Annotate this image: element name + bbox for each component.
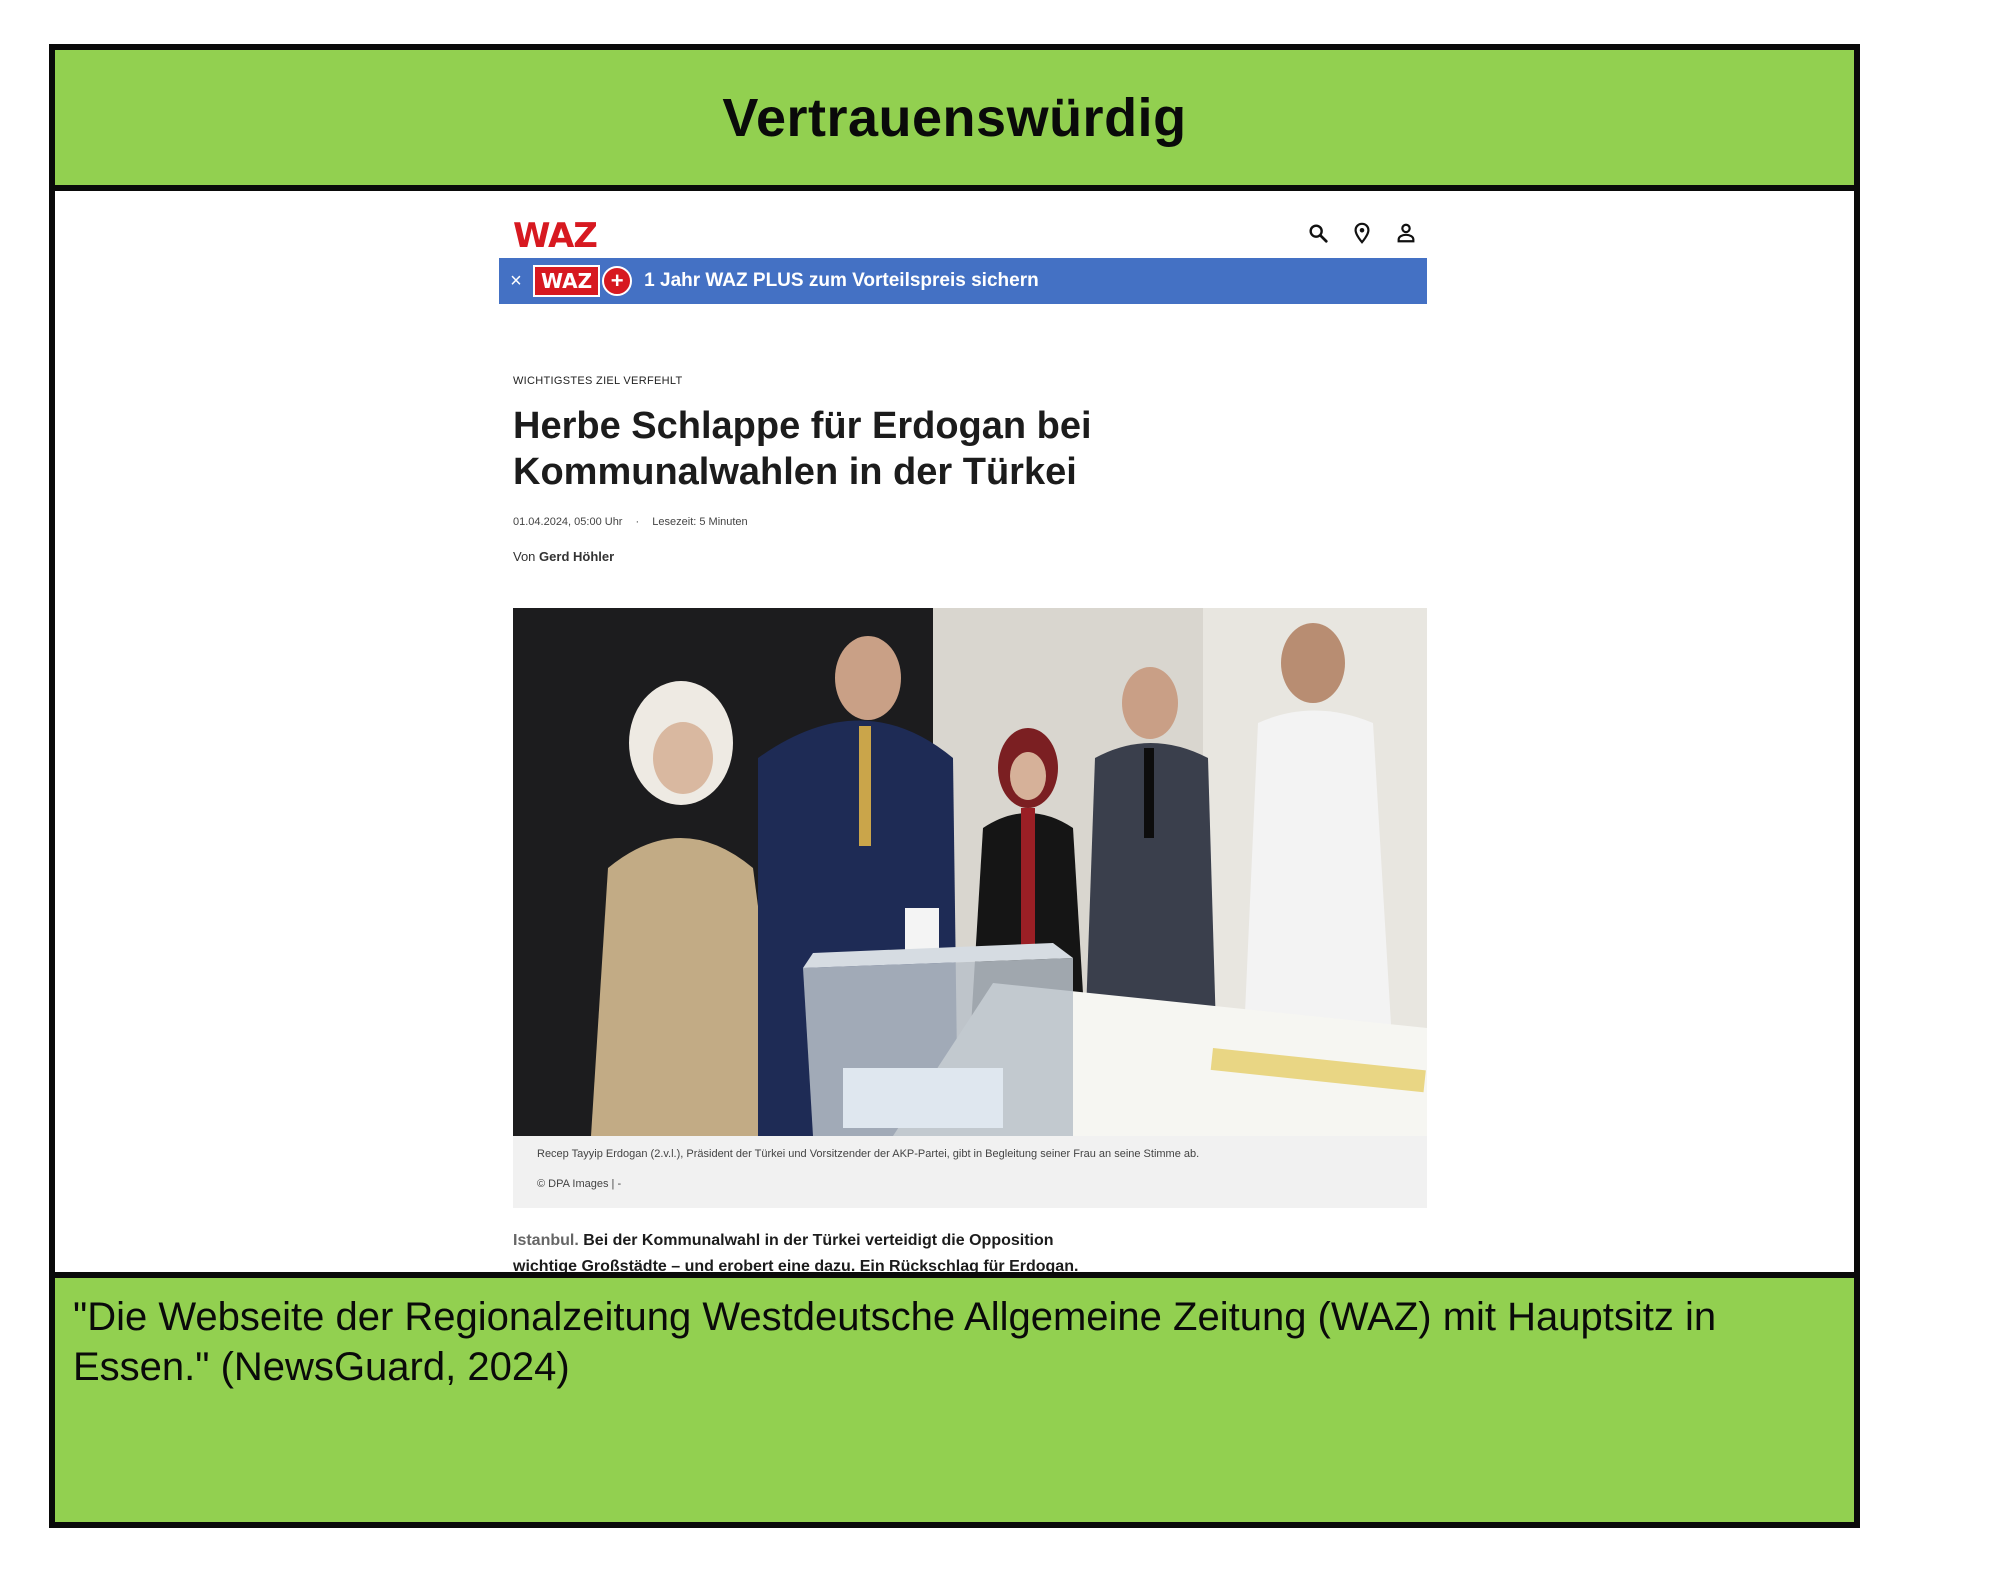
lead-dateline: Istanbul. (513, 1232, 579, 1249)
source-description-band: "Die Webseite der Regionalzeitung Westde… (55, 1272, 1854, 1522)
article-headline: Herbe Schlappe für Erdogan bei Kommunalw… (513, 405, 1092, 493)
slide-frame: Vertrauenswürdig WAZ × WAZ + 1 Jahr WAZ … (49, 44, 1860, 1528)
reading-time: Lesezeit: 5 Minuten (652, 516, 748, 528)
photo-credit: © DPA Images | - (537, 1178, 622, 1190)
promo-close-button[interactable]: × (503, 270, 529, 293)
promo-text[interactable]: 1 Jahr WAZ PLUS zum Vorteilspreis sicher… (644, 270, 1039, 292)
search-icon[interactable] (1307, 222, 1329, 244)
promo-banner[interactable]: × WAZ + 1 Jahr WAZ PLUS zum Vorteilsprei… (499, 258, 1427, 304)
publish-date: 01.04.2024, 05:00 Uhr (513, 516, 623, 528)
article-photo[interactable] (513, 608, 1427, 1136)
article-screenshot: WAZ × WAZ + 1 Jahr WAZ PLUS zum Vorteils… (499, 198, 1427, 1275)
rating-banner: Vertrauenswürdig (55, 50, 1854, 191)
header-icons (1307, 222, 1417, 244)
location-pin-icon[interactable] (1351, 222, 1373, 244)
meta-separator: · (635, 516, 640, 528)
site-header: WAZ (499, 198, 1427, 256)
waz-plus-logo: WAZ (533, 265, 601, 297)
author-prefix: Von (513, 549, 536, 564)
user-icon[interactable] (1395, 222, 1417, 244)
plus-icon: + (602, 266, 633, 296)
waz-logo[interactable]: WAZ (513, 216, 598, 256)
article-kicker: Wichtigstes Ziel verfehlt (513, 375, 683, 387)
author-line: Von Gerd Höhler (513, 549, 614, 564)
lead-text: Bei der Kommunalwahl in der Türkei verte… (513, 1232, 1079, 1275)
author-name[interactable]: Gerd Höhler (539, 549, 614, 564)
photo-caption: Recep Tayyip Erdogan (2.v.l.), Präsident… (537, 1148, 1200, 1160)
article-meta: 01.04.2024, 05:00 Uhr · Lesezeit: 5 Minu… (513, 516, 748, 528)
rating-label: Vertrauenswürdig (722, 87, 1187, 148)
source-description: "Die Webseite der Regionalzeitung Westde… (73, 1295, 1717, 1389)
photo-caption-box: Recep Tayyip Erdogan (2.v.l.), Präsident… (513, 1136, 1427, 1208)
